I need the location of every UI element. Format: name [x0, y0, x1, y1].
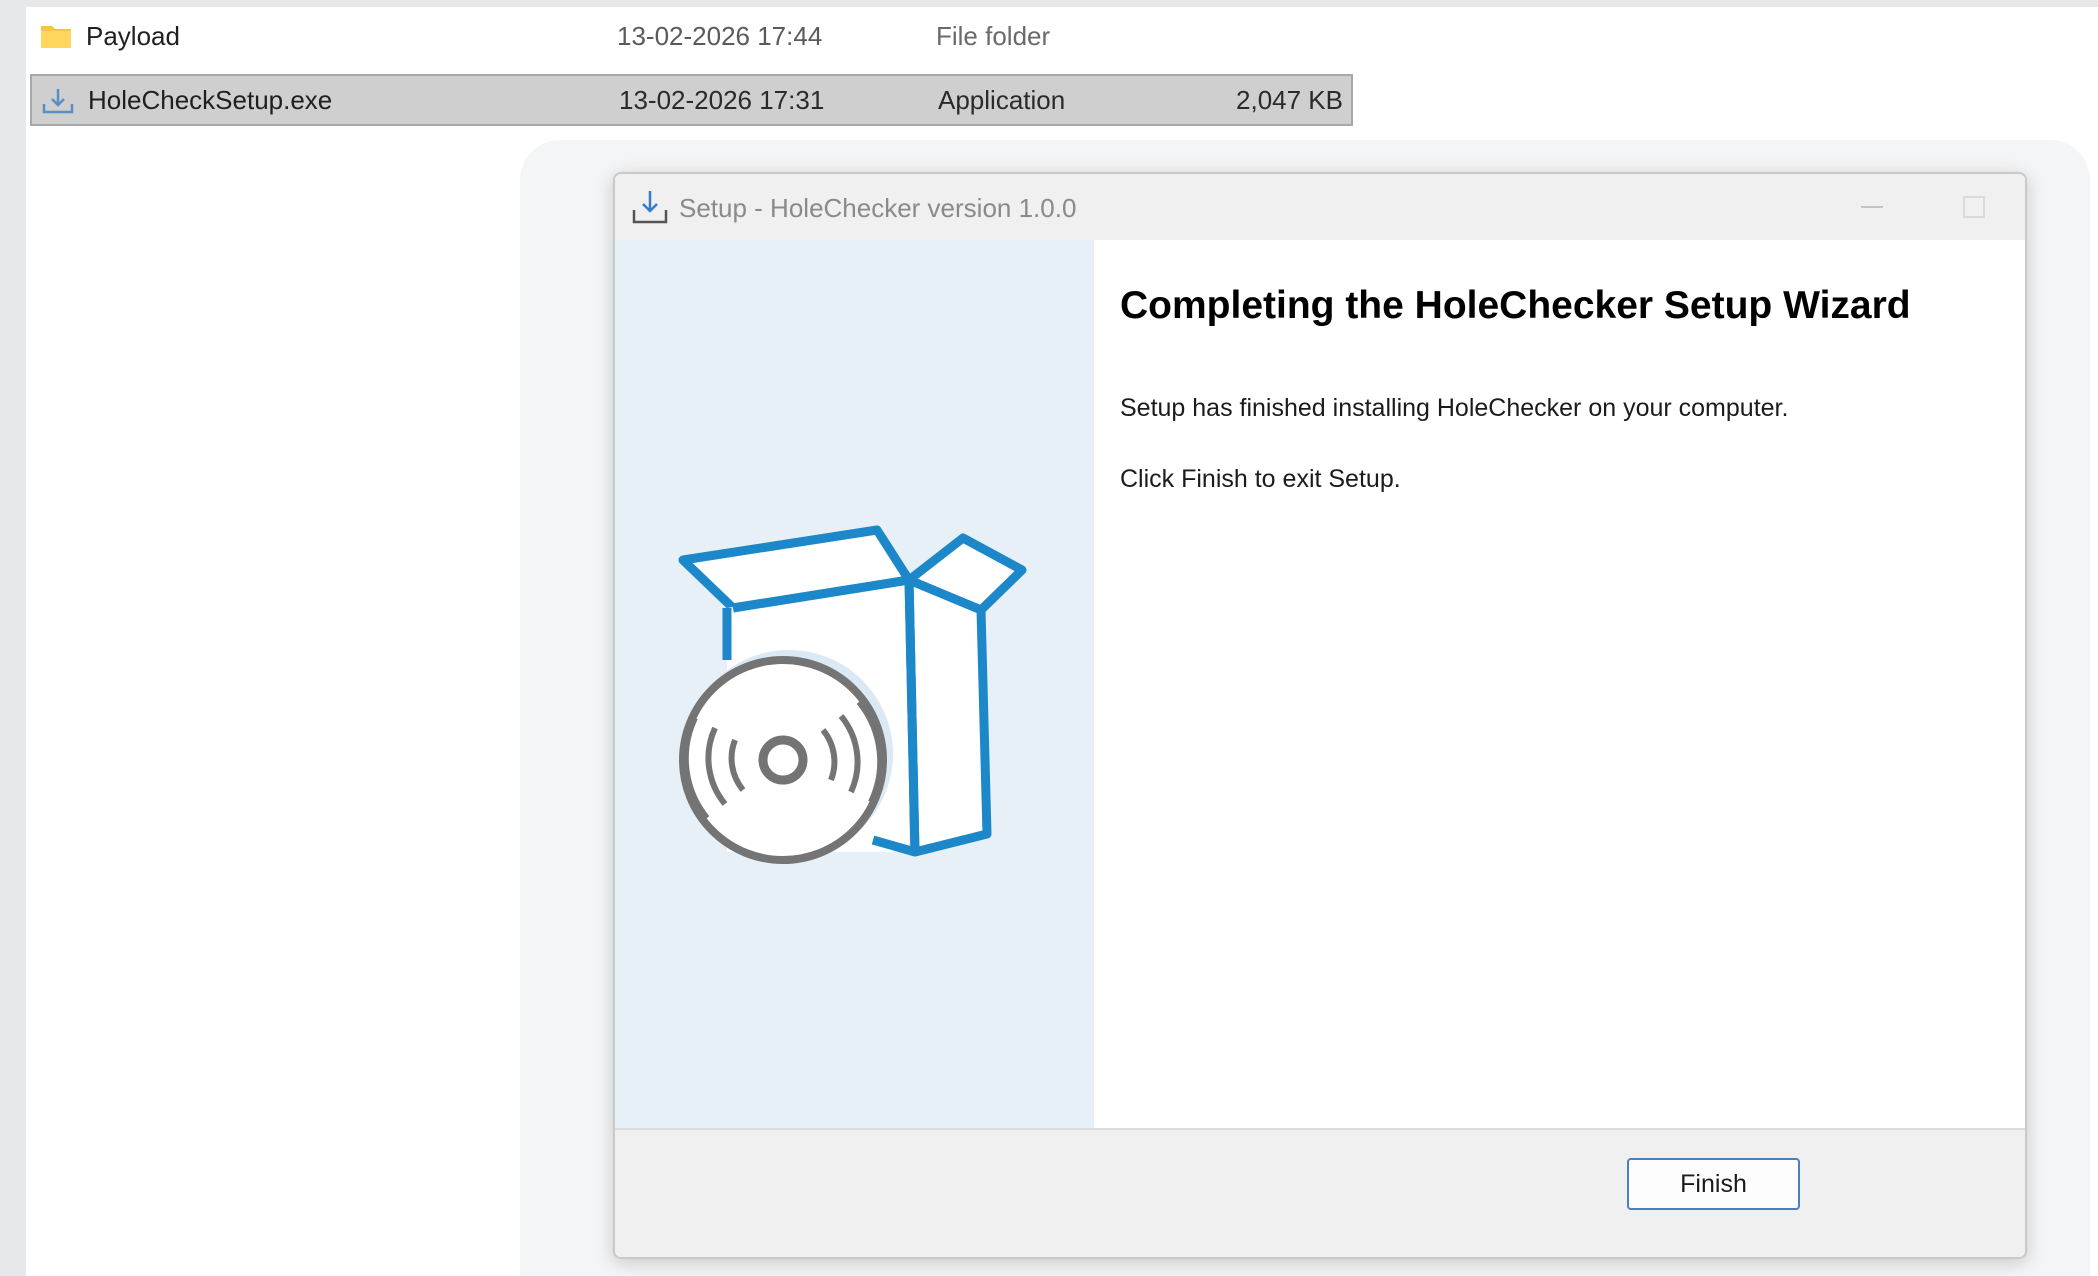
installer-icon — [42, 89, 74, 114]
completion-message: Setup has finished installing HoleChecke… — [1120, 394, 1789, 422]
setup-icon — [632, 191, 668, 224]
wizard-side-panel — [615, 240, 1094, 1128]
file-name: Payload — [86, 20, 180, 51]
box-and-disc-icon — [678, 525, 1027, 864]
file-type: Application — [938, 84, 1066, 115]
wizard-heading: Completing the HoleChecker Setup Wizard — [1120, 284, 1911, 327]
folder-icon — [41, 26, 71, 48]
file-row-payload[interactable]: Payload 13-02-2026 17:44 File folder — [30, 10, 1353, 62]
maximize-button[interactable] — [1944, 184, 2004, 230]
file-type: File folder — [936, 20, 1051, 51]
file-date: 13-02-2026 17:31 — [619, 84, 825, 115]
wizard-footer: Finish — [615, 1128, 2025, 1257]
finish-instruction: Click Finish to exit Setup. — [1120, 465, 1401, 493]
file-row-holechecksetup[interactable]: HoleCheckSetup.exe 13-02-2026 17:31 Appl… — [30, 74, 1353, 126]
file-name: HoleCheckSetup.exe — [88, 84, 333, 115]
file-date: 13-02-2026 17:44 — [617, 20, 823, 51]
dialog-titlebar[interactable]: Setup - HoleChecker version 1.0.0 — [615, 174, 2025, 240]
file-size: 2,047 KB — [1236, 84, 1343, 115]
minimize-icon — [1861, 206, 1883, 208]
minimize-button[interactable] — [1842, 184, 1902, 230]
maximize-icon — [1963, 196, 1985, 218]
dialog-title: Setup - HoleChecker version 1.0.0 — [679, 193, 1077, 223]
setup-dialog: Setup - HoleChecker version 1.0.0 Comple… — [613, 172, 2027, 1259]
wizard-content: Completing the HoleChecker Setup Wizard … — [1094, 240, 2025, 1128]
finish-button[interactable]: Finish — [1627, 1158, 1800, 1210]
